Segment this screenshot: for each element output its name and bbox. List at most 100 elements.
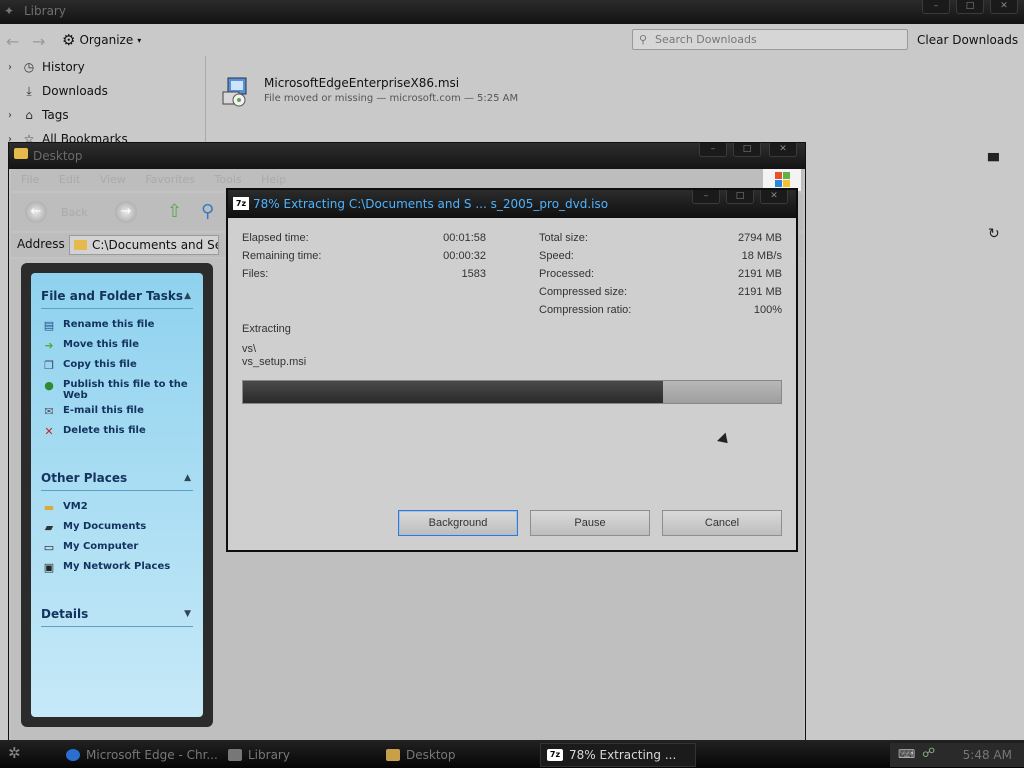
details-header[interactable]: Details ▼ bbox=[41, 607, 193, 627]
menu-tools[interactable]: Tools bbox=[215, 173, 242, 186]
library-close-button[interactable]: ✕ bbox=[990, 0, 1018, 14]
desktop-minimize-button[interactable]: – bbox=[699, 143, 727, 157]
sidebar-item-label: Tags bbox=[42, 108, 69, 122]
back-button[interactable]: ← bbox=[25, 201, 47, 223]
task-pane-inner: File and Folder Tasks ▲ ▤ Rename this fi… bbox=[31, 273, 203, 717]
download-status: File moved or missing — microsoft.com — … bbox=[264, 93, 519, 104]
desktop-maximize-button[interactable]: □ bbox=[733, 143, 761, 157]
search-downloads-input[interactable]: ⚲ Search Downloads bbox=[632, 29, 908, 50]
email-icon: ✉ bbox=[44, 405, 54, 418]
expand-arrow-icon[interactable]: › bbox=[8, 62, 16, 73]
taskbar-item-library[interactable]: Library bbox=[222, 743, 372, 767]
folder-up-icon[interactable]: ⇧ bbox=[167, 201, 182, 222]
extract-minimize-button[interactable]: – bbox=[692, 190, 720, 204]
place-my-computer[interactable]: ▭ My Computer bbox=[41, 541, 193, 555]
desktop-titlebar: Desktop – □ ✕ bbox=[9, 143, 805, 169]
other-places-header[interactable]: Other Places ▲ bbox=[41, 471, 193, 491]
place-my-documents[interactable]: ▰ My Documents bbox=[41, 521, 193, 535]
chevron-up-icon[interactable]: ▲ bbox=[184, 473, 191, 483]
compressed-size-value: 2191 MB bbox=[737, 286, 782, 298]
library-titlebar: ✦ Library – □ ✕ bbox=[0, 0, 1024, 24]
computer-icon: ▭ bbox=[43, 541, 55, 554]
task-email-file[interactable]: ✉ E-mail this file bbox=[41, 405, 193, 419]
folder-icon: ▬ bbox=[43, 501, 55, 514]
taskbar-item-extracting[interactable]: 7z 78% Extracting ... bbox=[540, 743, 696, 767]
speed-label: Speed: bbox=[539, 250, 574, 262]
total-size-label: Total size: bbox=[539, 232, 588, 244]
keyboard-icon[interactable]: ⌨ bbox=[898, 747, 915, 761]
task-label: Delete this file bbox=[63, 425, 146, 436]
chevron-down-icon[interactable]: ▼ bbox=[184, 609, 191, 619]
sidebar-item-label: History bbox=[42, 60, 85, 74]
place-my-network[interactable]: ▣ My Network Places bbox=[41, 561, 193, 575]
organize-button[interactable]: ⚙ Organize ▾ bbox=[62, 30, 141, 50]
sidebar-item-history[interactable]: › ◷ History bbox=[8, 58, 85, 76]
extract-maximize-button[interactable]: □ bbox=[726, 190, 754, 204]
task-label: E-mail this file bbox=[63, 405, 144, 416]
menu-edit[interactable]: Edit bbox=[59, 173, 80, 186]
clear-downloads-button[interactable]: Clear Downloads bbox=[917, 33, 1018, 47]
background-button[interactable]: Background bbox=[398, 510, 518, 536]
chevron-up-icon[interactable]: ▲ bbox=[184, 291, 191, 301]
task-label: Copy this file bbox=[63, 359, 137, 370]
7zip-icon: 7z bbox=[233, 197, 249, 210]
section-title: Other Places bbox=[41, 471, 128, 485]
task-move-file[interactable]: ➜ Move this file bbox=[41, 339, 193, 353]
compression-ratio-label: Compression ratio: bbox=[539, 304, 632, 316]
network-icon: ▣ bbox=[43, 561, 55, 574]
taskbar-item-desktop[interactable]: Desktop bbox=[380, 743, 530, 767]
action-label: Extracting bbox=[242, 323, 291, 335]
cancel-button[interactable]: Cancel bbox=[662, 510, 782, 536]
desktop-close-button[interactable]: ✕ bbox=[769, 143, 797, 157]
library-maximize-button[interactable]: □ bbox=[956, 0, 984, 14]
taskbar-item-label: 78% Extracting ... bbox=[569, 748, 677, 762]
elapsed-time-value: 00:01:58 bbox=[443, 232, 486, 244]
place-vm2[interactable]: ▬ VM2 bbox=[41, 501, 193, 515]
network-icon[interactable]: ☍ bbox=[922, 746, 935, 761]
remaining-time-label: Remaining time: bbox=[242, 250, 322, 262]
expand-arrow-icon[interactable]: › bbox=[8, 110, 16, 121]
task-copy-file[interactable]: ❐ Copy this file bbox=[41, 359, 193, 373]
desktop-title: Desktop bbox=[33, 149, 83, 163]
rename-icon: ▤ bbox=[43, 319, 55, 332]
current-path: vs\ bbox=[242, 343, 257, 355]
extract-progress-dialog: 7z 78% Extracting C:\Documents and S ...… bbox=[226, 188, 798, 552]
processed-value: 2191 MB bbox=[737, 268, 782, 280]
menu-favorites[interactable]: Favorites bbox=[145, 173, 195, 186]
menu-view[interactable]: View bbox=[100, 173, 126, 186]
menu-help[interactable]: Help bbox=[261, 173, 286, 186]
download-list-item[interactable]: MicrosoftEdgeEnterpriseX86.msi File move… bbox=[220, 74, 620, 114]
pause-button[interactable]: Pause bbox=[530, 510, 650, 536]
forward-button[interactable]: → bbox=[115, 201, 137, 223]
extract-progress-bar bbox=[242, 380, 782, 404]
taskbar-item-label: Microsoft Edge - Chr... bbox=[86, 748, 218, 762]
speed-value: 18 MB/s bbox=[741, 250, 782, 262]
library-minimize-button[interactable]: – bbox=[922, 0, 950, 14]
move-icon: ➜ bbox=[44, 339, 54, 352]
open-folder-icon[interactable]: ▀ bbox=[988, 154, 999, 170]
search-icon[interactable]: ⚲ bbox=[201, 201, 214, 222]
file-folder-tasks-header[interactable]: File and Folder Tasks ▲ bbox=[41, 289, 193, 309]
extract-close-button[interactable]: ✕ bbox=[760, 190, 788, 204]
task-delete-file[interactable]: ✕ Delete this file bbox=[41, 425, 193, 439]
menu-file[interactable]: File bbox=[21, 173, 39, 186]
retry-icon[interactable]: ↻ bbox=[988, 226, 1000, 242]
download-filename: MicrosoftEdgeEnterpriseX86.msi bbox=[264, 76, 460, 90]
copy-icon: ❐ bbox=[44, 359, 54, 372]
address-label: Address bbox=[17, 237, 65, 251]
task-rename-file[interactable]: ▤ Rename this file bbox=[41, 319, 193, 333]
back-arrow-icon[interactable]: ← bbox=[6, 32, 19, 51]
library-title: Library bbox=[24, 4, 66, 18]
clock[interactable]: 5:48 AM bbox=[963, 748, 1012, 762]
taskbar-item-label: Desktop bbox=[406, 748, 456, 762]
taskbar-item-label: Library bbox=[248, 748, 290, 762]
extract-title: 78% Extracting C:\Documents and S ... s_… bbox=[253, 197, 609, 211]
current-file: vs_setup.msi bbox=[242, 356, 307, 368]
address-field[interactable]: C:\Documents and Settin bbox=[69, 235, 219, 255]
task-publish-web[interactable]: ● Publish this file to the Web bbox=[41, 379, 193, 401]
sidebar-item-tags[interactable]: › ⌂ Tags bbox=[8, 106, 69, 124]
start-button[interactable]: ✲ bbox=[8, 744, 38, 764]
forward-arrow-icon[interactable]: → bbox=[32, 32, 45, 51]
sidebar-item-downloads[interactable]: ⤓ Downloads bbox=[8, 82, 108, 100]
taskbar-item-edge[interactable]: Microsoft Edge - Chr... bbox=[60, 743, 220, 767]
